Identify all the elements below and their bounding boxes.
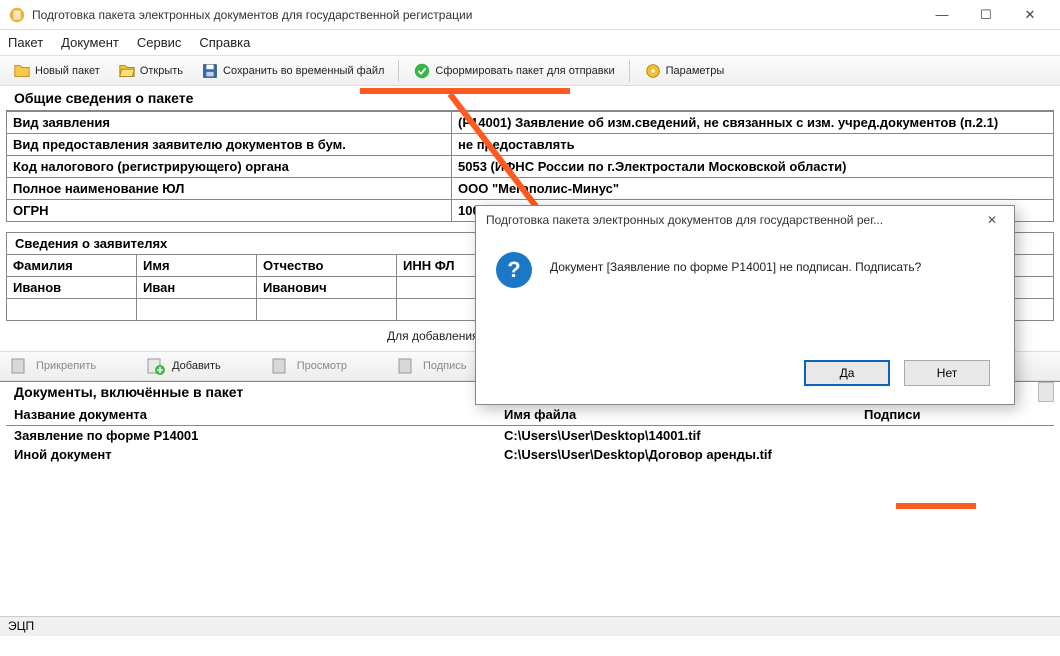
col-signatures[interactable]: Подписи [856,404,1054,426]
dialog-title: Подготовка пакета электронных документов… [476,206,1014,234]
table-row[interactable]: Иной документ C:\Users\User\Desktop\Дого… [6,445,1054,464]
new-package-label: Новый пакет [35,65,100,77]
col-lastname[interactable]: Фамилия [7,255,137,277]
attach-button[interactable]: Прикрепить [10,357,96,375]
status-bar: ЭЦП [0,616,1060,636]
table-row: Код налогового (регистрирующего) органа5… [7,156,1054,178]
save-icon [201,62,219,80]
col-doc-name[interactable]: Название документа [6,404,496,426]
question-icon: ? [496,252,532,288]
app-icon [8,6,26,24]
general-section-title: Общие сведения о пакете [6,86,1054,111]
add-button[interactable]: Добавить [146,357,221,375]
gear-icon [644,62,662,80]
dialog-close-button[interactable]: ✕ [978,210,1006,230]
col-patronymic[interactable]: Отчество [257,255,397,277]
view-button[interactable]: Просмотр [271,357,347,375]
save-temp-button[interactable]: Сохранить во временный файл [194,58,391,84]
dialog-text: Документ [Заявление по форме Р14001] не … [550,252,921,274]
form-package-button[interactable]: Сформировать пакет для отправки [406,58,621,84]
open-button[interactable]: Открыть [111,58,190,84]
new-folder-icon [13,62,31,80]
toolbar-separator [398,60,399,82]
toolbar: Новый пакет Открыть Сохранить во временн… [0,56,1060,86]
documents-table: Название документа Имя файла Подписи Зая… [6,404,1054,464]
add-icon [146,357,166,375]
title-bar: Подготовка пакета электронных документов… [0,0,1060,30]
sign-button[interactable]: Подпись [397,357,467,375]
params-button[interactable]: Параметры [637,58,732,84]
view-icon [271,357,291,375]
table-row: Вид предоставления заявителю документов … [7,134,1054,156]
menu-service[interactable]: Сервис [137,35,182,50]
menu-document[interactable]: Документ [61,35,119,50]
col-firstname[interactable]: Имя [137,255,257,277]
window-title: Подготовка пакета электронных документов… [32,8,920,22]
form-package-label: Сформировать пакет для отправки [435,65,614,77]
toolbar-separator [629,60,630,82]
sign-icon [397,357,417,375]
menu-package[interactable]: Пакет [8,35,43,50]
check-circle-icon [413,62,431,80]
scrollbar[interactable] [1038,382,1054,402]
close-button[interactable]: ✕ [1008,1,1052,29]
save-temp-label: Сохранить во временный файл [223,65,384,77]
maximize-button[interactable]: ☐ [964,1,1008,29]
table-row: Полное наименование ЮЛООО "Мегаполис-Мин… [7,178,1054,200]
attach-icon [10,357,30,375]
open-label: Открыть [140,65,183,77]
new-package-button[interactable]: Новый пакет [6,58,107,84]
table-row: Вид заявления(Р14001) Заявление об изм.с… [7,112,1054,134]
menu-help[interactable]: Справка [199,35,250,50]
yes-button[interactable]: Да [804,360,890,386]
confirm-dialog: Подготовка пакета электронных документов… [475,205,1015,405]
status-label: ЭЦП [8,619,34,633]
menu-bar: Пакет Документ Сервис Справка [0,30,1060,56]
annotation-underline [896,503,976,509]
no-button[interactable]: Нет [904,360,990,386]
open-folder-icon [118,62,136,80]
params-label: Параметры [666,65,725,77]
table-row[interactable]: Заявление по форме Р14001 C:\Users\User\… [6,426,1054,446]
col-file-name[interactable]: Имя файла [496,404,856,426]
minimize-button[interactable]: — [920,1,964,29]
